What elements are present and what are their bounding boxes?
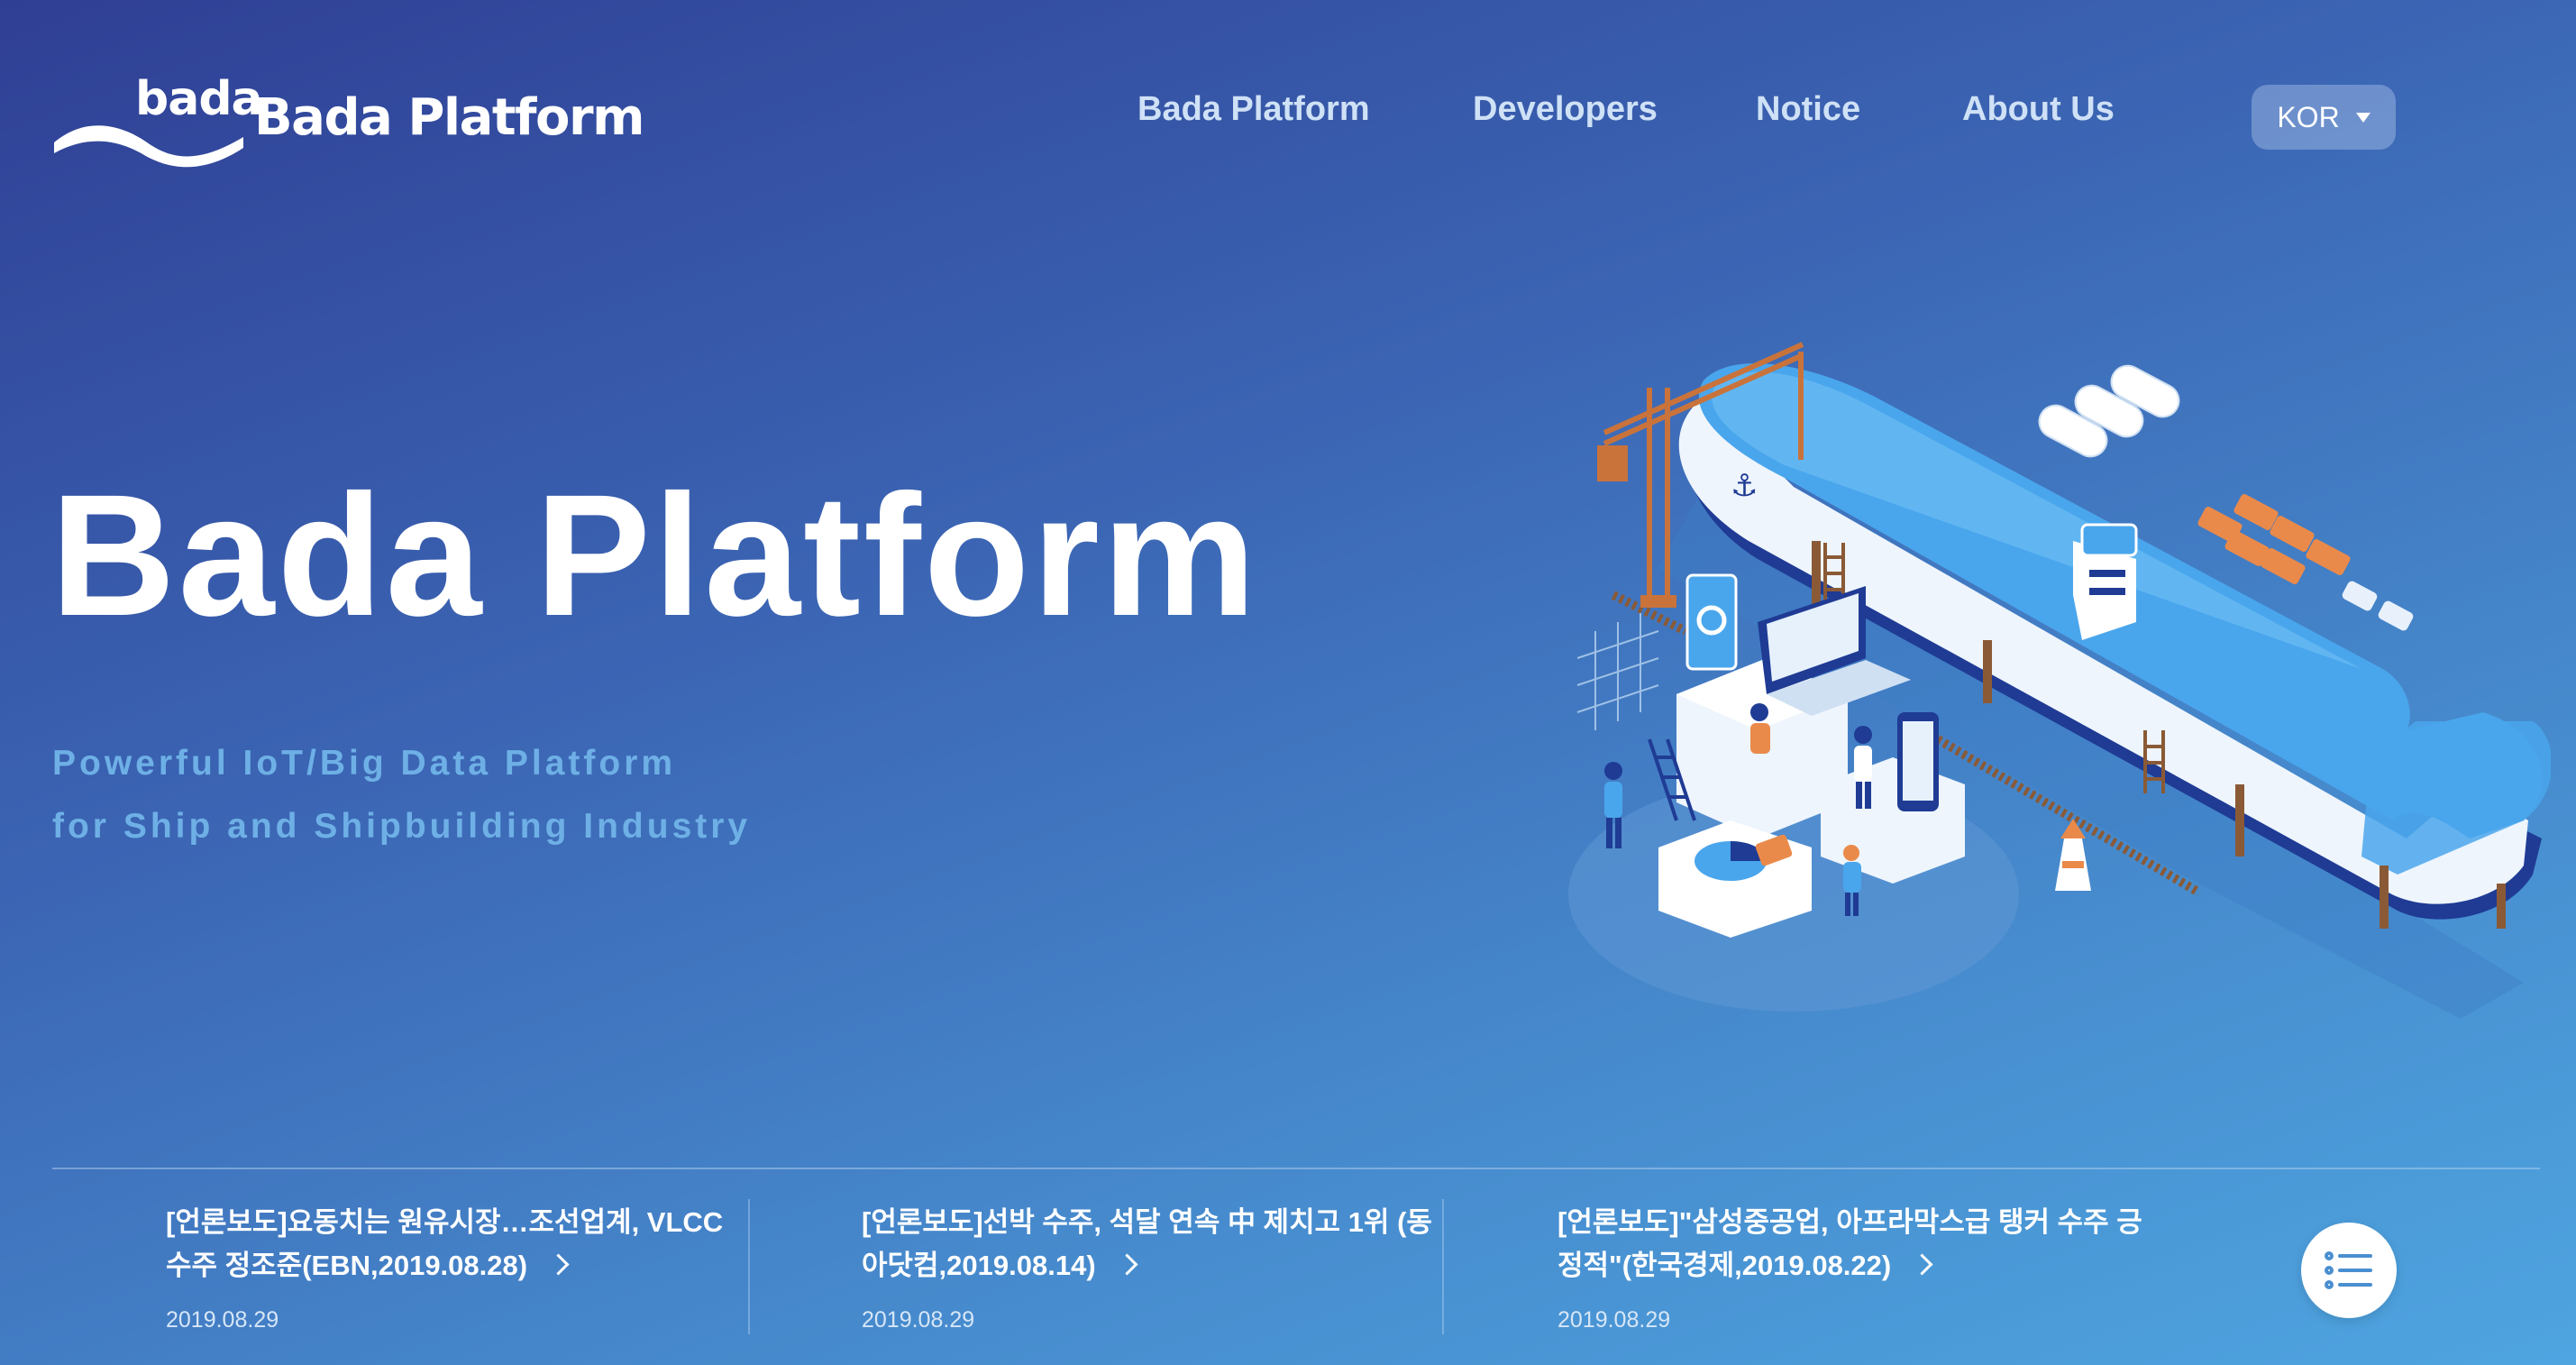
- news-separator: [748, 1199, 750, 1334]
- language-value: KOR: [2277, 100, 2340, 133]
- news-date: 2019.08.29: [862, 1307, 975, 1333]
- news-title: [언론보도]선박 수주, 석달 연속 中 제치고 1위 (동아닷컴,2019.0…: [862, 1206, 1432, 1281]
- logo-text: Bada Platform: [254, 88, 644, 147]
- chevron-right-icon: [1911, 1253, 1933, 1276]
- news-item-2[interactable]: [언론보도]선박 수주, 석달 연속 中 제치고 1위 (동아닷컴,2019.0…: [862, 1201, 1439, 1333]
- hero-subtitle-line-1: Powerful IoT/Big Data Platform: [52, 744, 677, 783]
- hero-title: Bada Platform: [50, 458, 1259, 652]
- caret-down-icon: [2355, 112, 2370, 123]
- chevron-right-icon: [1116, 1253, 1138, 1276]
- language-select[interactable]: KOR: [2252, 85, 2396, 150]
- hero-subtitle: Powerful IoT/Big Data Platform for Ship …: [52, 732, 751, 858]
- news-separator: [1442, 1199, 1444, 1334]
- news-item-3[interactable]: [언론보도]"삼성중공업, 아프라막스급 탱커 수주 긍정적"(한국경제,201…: [1557, 1201, 2152, 1333]
- news-title: [언론보도]"삼성중공업, 아프라막스급 탱커 수주 긍정적"(한국경제,201…: [1557, 1206, 2142, 1281]
- news-item-1[interactable]: [언론보도]요동치는 원유시장…조선업계, VLCC 수주 정조준(EBN,20…: [166, 1201, 743, 1333]
- nav-item-developers[interactable]: Developers: [1473, 90, 1658, 129]
- hero-subtitle-line-2: for Ship and Shipbuilding Industry: [52, 807, 752, 846]
- site-logo[interactable]: bada Bada Platform: [50, 70, 644, 169]
- news-divider: [52, 1168, 2540, 1169]
- news-list-button[interactable]: [2301, 1223, 2397, 1318]
- chevron-right-icon: [547, 1253, 570, 1276]
- news-date: 2019.08.29: [166, 1307, 279, 1333]
- nav-item-about-us[interactable]: About Us: [1962, 90, 2115, 129]
- news-date: 2019.08.29: [1557, 1307, 1671, 1333]
- news-title: [언론보도]요동치는 원유시장…조선업계, VLCC 수주 정조준(EBN,20…: [166, 1206, 724, 1281]
- list-icon: [2325, 1251, 2372, 1289]
- ship-illustration: ⚓: [1568, 342, 2551, 1019]
- logo-mark-text: bada: [135, 72, 263, 126]
- nav-item-notice[interactable]: Notice: [1756, 90, 1860, 129]
- svg-text:⚓: ⚓: [1731, 468, 1758, 504]
- nav-item-bada-platform[interactable]: Bada Platform: [1137, 90, 1370, 129]
